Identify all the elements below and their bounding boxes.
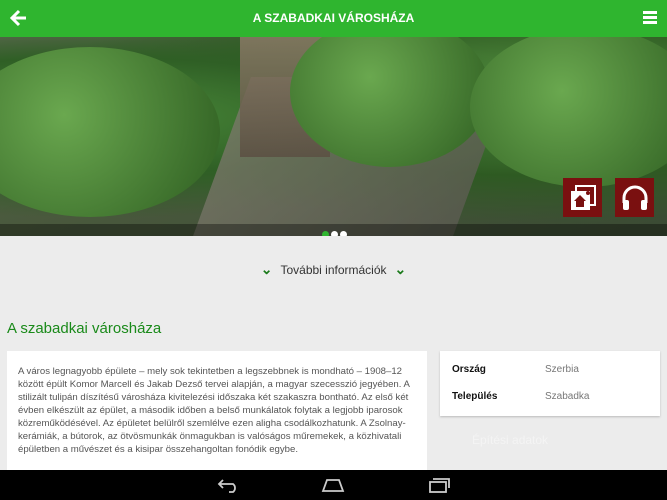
info-card: Ország Szerbia Település Szabadka <box>440 351 660 416</box>
page-title: A SZABADKAI VÁROSHÁZA <box>252 11 415 25</box>
info-value: Szabadka <box>545 391 590 402</box>
gallery-page-indicator <box>322 225 349 236</box>
system-nav-bar <box>0 470 667 500</box>
info-label: Ország <box>452 364 486 375</box>
info-row-country: Ország Szerbia <box>452 364 579 375</box>
app-bar: A SZABADKAI VÁROSHÁZA <box>0 0 667 37</box>
more-info-toggle[interactable]: ⌄ További információk ⌄ <box>0 261 667 278</box>
photo-gallery[interactable] <box>0 37 667 236</box>
info-row-settlement: Település Szabadka <box>452 391 589 402</box>
info-label: Település <box>452 391 498 402</box>
nav-recents-icon[interactable] <box>428 477 452 493</box>
nav-back-icon[interactable] <box>217 477 241 493</box>
more-info-label: További információk <box>280 263 387 277</box>
menu-icon[interactable] <box>643 11 657 25</box>
home-gallery-icon <box>570 184 596 210</box>
headphones-icon <box>622 185 647 210</box>
nav-home-icon[interactable] <box>321 477 345 493</box>
chevron-down-icon: ⌄ <box>260 261 273 277</box>
building-data-heading: Építési adatok <box>472 433 549 447</box>
description-card: A város legnagyobb épülete – mely sok te… <box>7 351 427 471</box>
audio-guide-button[interactable] <box>615 178 654 217</box>
section-title: A szabadkai városháza <box>7 320 162 337</box>
gallery-button[interactable] <box>563 178 602 217</box>
chevron-down-icon: ⌄ <box>394 261 407 277</box>
info-value: Szerbia <box>545 364 579 375</box>
